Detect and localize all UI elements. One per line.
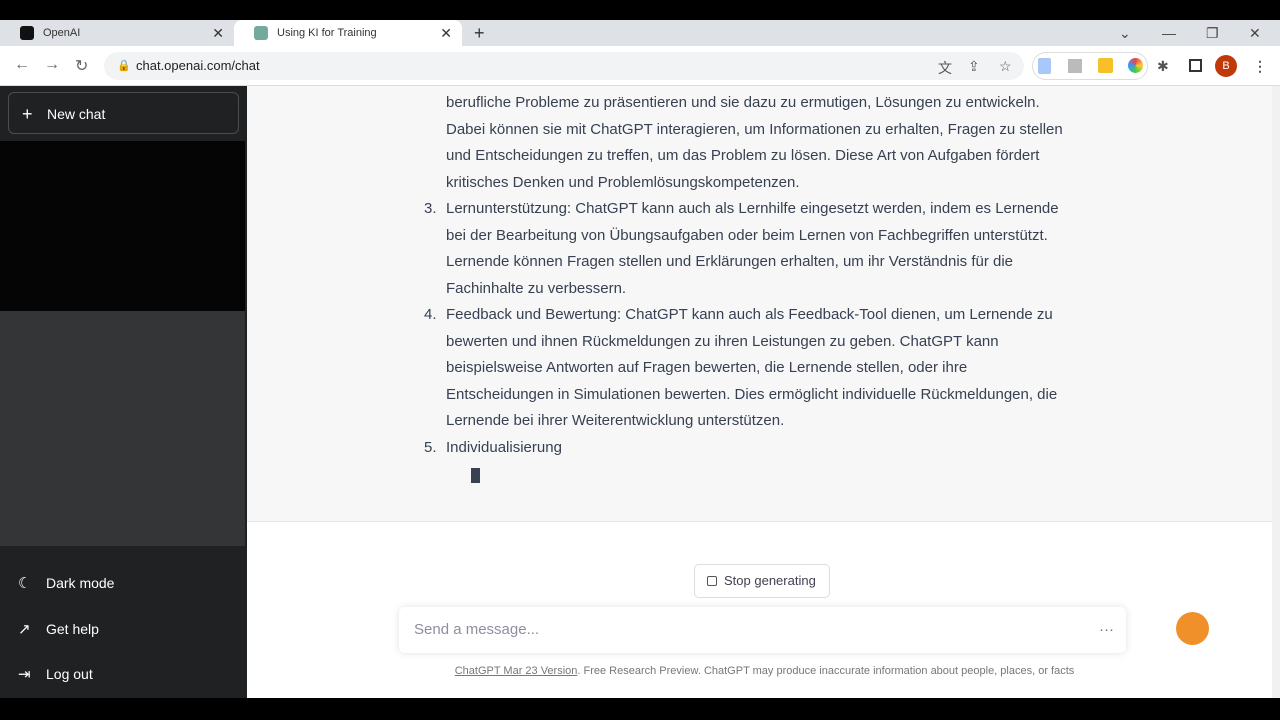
tab-title: Using KI for Training [277, 27, 377, 39]
log-out-button[interactable]: ⇥ Log out [18, 665, 93, 683]
tab-title: OpenAI [43, 27, 81, 39]
assistant-message: berufliche Probleme zu präsentieren und … [247, 86, 1272, 522]
side-panel-icon[interactable] [1189, 59, 1202, 72]
list-text: berufliche Probleme zu präsentieren und … [446, 94, 1063, 191]
version-link[interactable]: ChatGPT Mar 23 Version [455, 665, 578, 677]
minimize-icon[interactable]: — [1162, 20, 1176, 46]
sidebar: + New chat ☾ Dark mode ↗ Get help ⇥ Log out [0, 86, 247, 698]
list-item: 4. Feedback und Bewertung: ChatGPT kann a… [424, 302, 1066, 435]
chatgpt-favicon-icon [254, 26, 268, 40]
list-text: Lernunterstützung: ChatGPT kann auch als… [446, 200, 1059, 297]
color-extension-icon[interactable] [1128, 58, 1143, 73]
tab-search-icon[interactable]: ⌄ [1119, 20, 1131, 46]
mouse-pointer-highlight-icon [1176, 612, 1209, 645]
stop-label: Stop generating [724, 573, 816, 588]
forward-icon[interactable]: → [44, 56, 60, 74]
reader-extension-icon[interactable] [1068, 59, 1082, 73]
list-number: 4. [424, 306, 437, 323]
new-chat-button[interactable]: + New chat [8, 92, 239, 134]
list-text: Individualisierung [446, 438, 562, 456]
tab-strip: OpenAI ✕ Using KI for Training ✕ + ⌄ — ❐… [0, 20, 1280, 46]
moon-icon: ☾ [18, 575, 32, 592]
footer-disclaimer: ChatGPT Mar 23 Version. Free Research Pr… [247, 665, 1280, 677]
tab-using-ki[interactable]: Using KI for Training ✕ [234, 20, 462, 46]
scrollbar[interactable] [1272, 86, 1280, 698]
close-tab-icon[interactable]: ✕ [440, 25, 452, 42]
external-link-icon: ↗ [18, 621, 31, 638]
back-icon[interactable]: ← [14, 56, 30, 74]
address-bar: ← → ↻ 🔒 chat.openai.com/chat 文 ⇪ ☆ ✱ B ⋮ [0, 46, 1280, 86]
list-number: 3. [424, 200, 437, 217]
logout-icon: ⇥ [18, 666, 31, 683]
get-help-button[interactable]: ↗ Get help [18, 620, 99, 638]
loading-dots-icon: ··· [1099, 621, 1114, 638]
new-chat-label: New chat [47, 106, 106, 122]
dark-mode-label: Dark mode [46, 575, 115, 591]
close-window-icon[interactable]: ✕ [1249, 20, 1261, 46]
stop-generating-button[interactable]: Stop generating [694, 564, 830, 598]
keep-extension-icon[interactable] [1098, 58, 1113, 73]
dark-mode-button[interactable]: ☾ Dark mode [18, 574, 114, 592]
menu-kebab-icon[interactable]: ⋮ [1253, 58, 1267, 75]
docs-extension-icon[interactable] [1038, 58, 1051, 74]
extensions-group [1032, 52, 1148, 80]
new-tab-icon[interactable]: + [474, 20, 485, 46]
translate-icon[interactable]: 文 [938, 58, 952, 78]
response-list: berufliche Probleme zu präsentieren und … [424, 90, 1066, 462]
list-item: 3. Lernunterstützung: ChatGPT kann auch a… [424, 196, 1066, 302]
get-help-label: Get help [46, 621, 99, 637]
share-icon[interactable]: ⇪ [968, 58, 980, 75]
list-text: Feedback und Bewertung: ChatGPT kann auc… [446, 306, 1058, 429]
close-tab-icon[interactable]: ✕ [212, 25, 224, 42]
tab-openai[interactable]: OpenAI ✕ [0, 20, 234, 46]
puzzle-extensions-icon[interactable]: ✱ [1157, 58, 1169, 75]
bookmark-star-icon[interactable]: ☆ [999, 58, 1012, 75]
list-item: berufliche Probleme zu präsentieren und … [446, 90, 1066, 196]
chat-history-area [0, 311, 245, 546]
log-out-label: Log out [46, 666, 93, 682]
chat-history-list [0, 141, 245, 311]
plus-icon: + [22, 104, 33, 124]
url-input[interactable]: 🔒 chat.openai.com/chat [104, 52, 1024, 80]
openai-favicon-icon [20, 26, 34, 40]
reload-icon[interactable]: ↻ [75, 56, 88, 76]
chat-main: berufliche Probleme zu präsentieren und … [247, 86, 1272, 698]
lock-icon: 🔒 [117, 60, 131, 72]
disclaimer-text: . Free Research Preview. ChatGPT may pro… [577, 665, 1075, 677]
stop-icon [707, 576, 717, 586]
maximize-icon[interactable]: ❐ [1206, 20, 1219, 46]
message-input[interactable]: Send a message... ··· [399, 607, 1126, 653]
message-placeholder: Send a message... [414, 621, 540, 638]
list-number: 5. [424, 438, 437, 456]
profile-avatar[interactable]: B [1215, 55, 1237, 77]
typing-cursor [471, 468, 480, 483]
list-item: 5. Individualisierung [424, 435, 1066, 462]
url-text: chat.openai.com/chat [136, 58, 260, 73]
